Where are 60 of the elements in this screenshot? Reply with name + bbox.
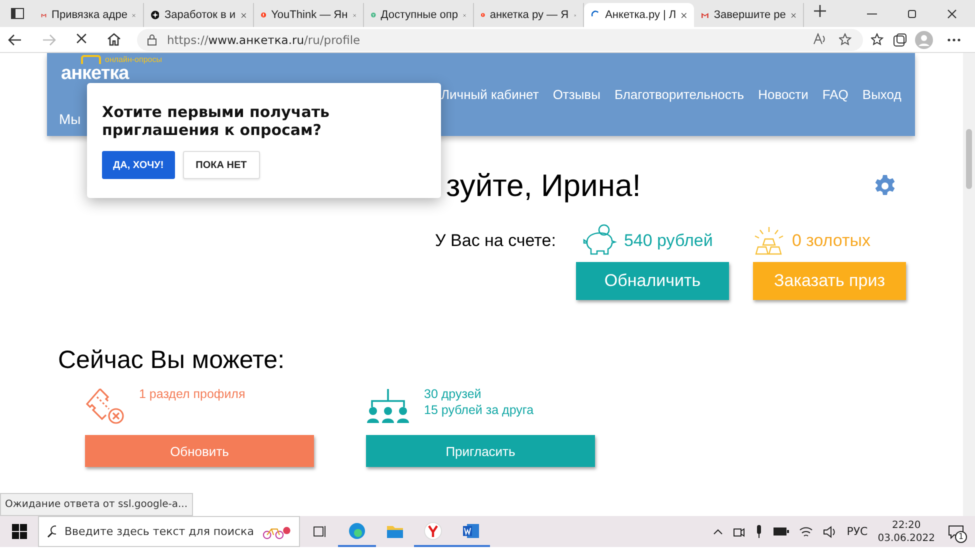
show-hidden-icon[interactable] — [712, 528, 723, 534]
edge-icon[interactable] — [348, 522, 366, 540]
stop-icon[interactable] — [76, 32, 87, 44]
search-icon — [47, 525, 56, 538]
status-text: Ожидание ответа от ssl.google-a... — [0, 493, 193, 516]
popup-question: Хотите первыми получать приглашения к опросам? — [102, 103, 331, 139]
minimize-icon[interactable] — [867, 13, 877, 15]
greeting-heading: зуйте, Ирина! — [446, 168, 641, 204]
meet-icon[interactable] — [732, 526, 745, 538]
windows-start-icon[interactable] — [12, 524, 26, 539]
favorites-icon[interactable] — [871, 33, 885, 46]
section-heading: Сейчас Вы можете: — [58, 346, 286, 375]
action-info: 15 рублей за друга — [424, 403, 534, 417]
yandex-browser-icon[interactable] — [424, 522, 442, 540]
tab-close-icon[interactable] — [790, 10, 796, 20]
more-icon[interactable] — [947, 38, 961, 42]
microphone-icon[interactable] — [754, 525, 763, 538]
balance-label: У Вас на счете: — [435, 231, 556, 251]
folder-icon[interactable] — [386, 524, 404, 539]
notifications-button[interactable]: 1 — [945, 520, 967, 542]
read-aloud-icon[interactable] — [813, 33, 827, 45]
tab-actions-icon[interactable] — [10, 8, 24, 19]
coins-balance: 0 золотых — [792, 231, 870, 251]
task-view-icon[interactable] — [312, 525, 326, 538]
wifi-icon[interactable] — [798, 526, 813, 538]
team-icon — [366, 387, 410, 425]
battery-icon[interactable] — [772, 527, 789, 536]
restore-icon[interactable] — [907, 9, 917, 19]
home-icon[interactable] — [107, 33, 121, 46]
collections-icon[interactable] — [893, 32, 907, 46]
logo-mark-icon — [81, 55, 101, 64]
scrollbar[interactable] — [963, 53, 975, 516]
ticket-icon — [85, 387, 125, 425]
decline-button[interactable]: ПОКА НЕТ — [182, 151, 260, 179]
browser-tab[interactable]: Завершите ре — [694, 3, 804, 27]
word-icon[interactable] — [462, 522, 480, 538]
address-field[interactable]: https://www.анкетка.ru/ru/profile — [137, 28, 863, 50]
back-icon[interactable] — [8, 34, 22, 46]
browser-tab[interactable]: Заработок в и — [144, 3, 254, 27]
tab-close-icon[interactable] — [240, 10, 246, 20]
clock[interactable]: 22:20 03.06.2022 — [878, 518, 935, 544]
tab-close-icon[interactable] — [681, 10, 687, 20]
site-subtitle: Мы — [59, 111, 81, 127]
settings-icon[interactable] — [873, 174, 897, 198]
lock-icon — [147, 34, 157, 46]
browser-tab[interactable]: Анкетка.ру | Л — [584, 3, 694, 27]
accept-button[interactable]: ДА, ХОЧУ! — [102, 151, 175, 179]
browser-tab[interactable]: YouThink — Ян — [254, 3, 364, 27]
language-indicator[interactable]: РУС — [846, 525, 868, 538]
browser-tab[interactable]: Доступные опр — [364, 3, 474, 27]
logo-tagline: онлайн-опросы — [105, 56, 162, 64]
action-info: 1 раздел профиля — [139, 387, 246, 401]
new-tab-icon[interactable] — [814, 5, 826, 17]
taskbar-search-field[interactable]: Введите здесь текст для поиска — [38, 516, 300, 547]
rubles-balance: 540 рублей — [624, 231, 713, 251]
action-info: 30 друзей — [424, 387, 482, 401]
close-icon[interactable] — [947, 9, 957, 19]
favorite-add-icon[interactable] — [839, 33, 853, 46]
volume-icon[interactable] — [822, 526, 837, 538]
browser-tab[interactable]: Привязка адре — [34, 3, 144, 27]
